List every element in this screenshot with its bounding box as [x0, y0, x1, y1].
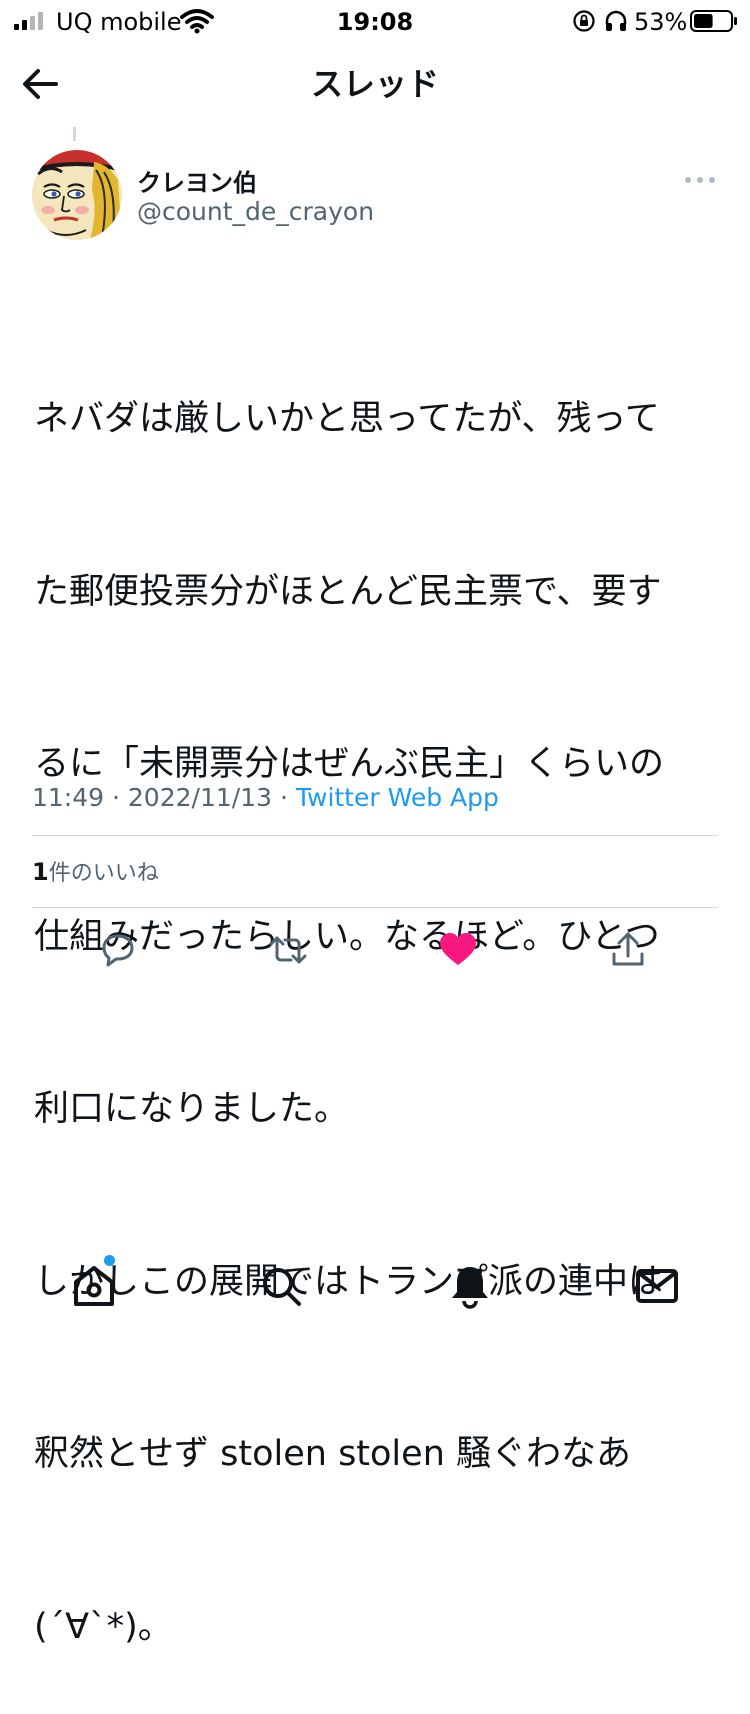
heart-icon[interactable]	[436, 928, 480, 972]
thread-connector-line	[73, 127, 76, 141]
meta-separator: ·	[112, 783, 120, 812]
search-icon[interactable]	[257, 1262, 305, 1310]
more-options-icon[interactable]	[680, 168, 720, 192]
tweet-text-line: た郵便投票分がほとんど民主票で、要す	[34, 571, 662, 612]
page-title: スレッド	[310, 65, 439, 103]
author-avatar[interactable]	[32, 150, 122, 240]
likes-count: 1	[32, 858, 49, 886]
tweet-text-line: 利口になりました。	[34, 1089, 350, 1129]
divider	[32, 907, 718, 908]
headphones-icon	[605, 10, 627, 31]
rotation-lock-icon	[573, 10, 595, 32]
tweet-text-line: ネバダは厳しいかと思ってたが、残って	[34, 399, 660, 439]
author-display-name[interactable]: クレヨン伯	[137, 163, 257, 198]
tweet-date: 2022/11/13	[127, 783, 272, 812]
home-icon[interactable]	[70, 1262, 118, 1310]
likes-label: 件のいいね	[48, 861, 159, 886]
retweet-icon[interactable]	[266, 928, 310, 972]
meta-separator: ·	[279, 783, 288, 812]
battery-percent: 53%	[634, 8, 688, 36]
tweet-text-line: (´∀`*)。	[34, 1606, 173, 1647]
home-badge-dot	[104, 1255, 115, 1266]
author-handle[interactable]: @count_de_crayon	[137, 197, 374, 226]
source-app-link[interactable]: Twitter Web App	[296, 783, 499, 812]
messages-icon[interactable]	[633, 1262, 681, 1310]
share-icon[interactable]	[606, 928, 650, 972]
battery-icon	[690, 10, 737, 32]
divider	[32, 835, 718, 836]
reply-icon[interactable]	[96, 928, 140, 972]
status-bar: UQ mobile 19:08 53%	[0, 0, 750, 44]
tweet-text: ネバダは厳しいかと思ってたが、残って た郵便投票分がほとんど民主票で、要す るに…	[34, 276, 724, 1714]
notifications-icon[interactable]	[446, 1262, 494, 1310]
likes-summary[interactable]: 1件のいいね	[32, 858, 159, 888]
tweet-metadata: 11:49 · 2022/11/13 · Twitter Web App	[32, 783, 499, 813]
tweet-text-line: 釈然とせず stolen stolen 騒ぐわなあ	[34, 1434, 632, 1474]
tweet-time: 11:49	[32, 783, 105, 812]
